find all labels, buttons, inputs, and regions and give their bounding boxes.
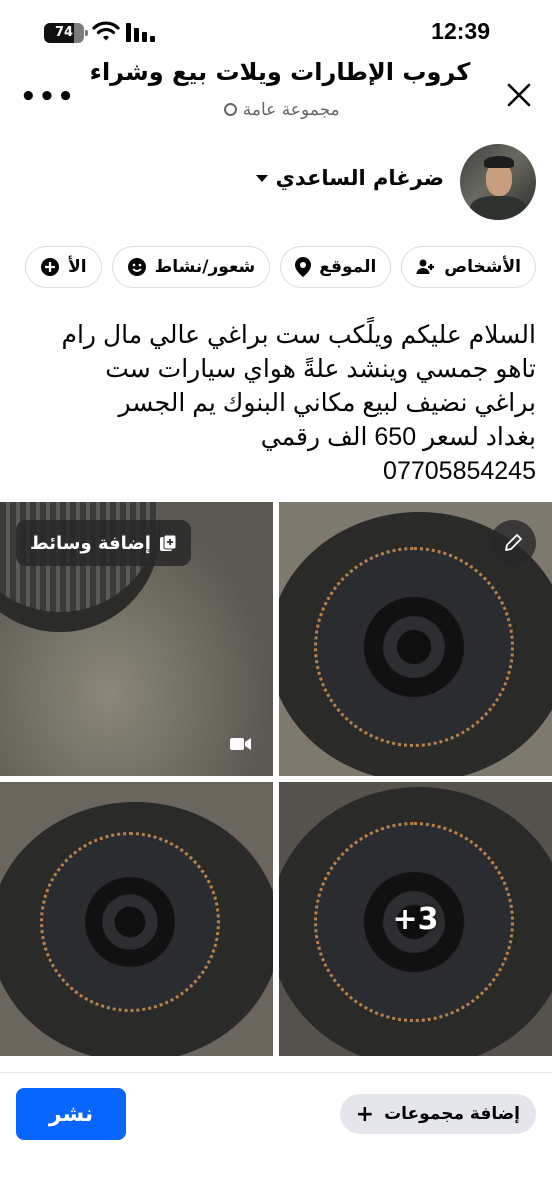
add-groups-button[interactable]: + إضافة مجموعات <box>339 1094 536 1134</box>
plus-icon: + <box>355 1101 375 1127</box>
edit-media-button[interactable] <box>490 520 536 566</box>
post-options-row: الأشخاص الموقع شعور/نشاط الأ <box>25 246 536 288</box>
status-bar: 74 12:39 <box>0 0 552 64</box>
clock: 12:39 <box>431 18 490 44</box>
close-icon[interactable] <box>504 80 534 110</box>
smiley-icon <box>127 258 146 276</box>
post-text[interactable]: السلام عليكم ويلًكب ست براغي عالي مال را… <box>12 318 537 488</box>
privacy-label: مجموعة عامة <box>242 100 340 120</box>
location-pin-icon <box>295 257 312 277</box>
wifi-icon <box>92 21 120 41</box>
author-selector[interactable]: ضرغام الساعدي <box>255 166 444 190</box>
media-photo-3[interactable] <box>0 782 273 1056</box>
post-line: 07705854245 <box>383 457 536 485</box>
pencil-icon <box>505 534 522 551</box>
avatar <box>460 144 536 220</box>
battery-level: 74 <box>54 25 74 40</box>
author-name: ضرغام الساعدي <box>275 166 444 190</box>
publish-button[interactable]: نشر <box>16 1088 126 1140</box>
globe-icon <box>224 103 238 116</box>
caret-down-icon <box>255 174 268 182</box>
signal-icon <box>126 23 155 42</box>
divider <box>0 1072 552 1073</box>
post-line: تاهو جمسي وينشد علةً هواي سيارات ست <box>105 355 536 383</box>
battery-icon: 74 <box>44 23 88 43</box>
chip-feeling-activity[interactable]: شعور/نشاط <box>111 246 271 288</box>
people-icon <box>416 259 435 274</box>
add-media-icon <box>159 534 177 551</box>
chip-more[interactable]: الأ <box>25 246 102 288</box>
post-line: السلام عليكم ويلًكب ست براغي عالي مال را… <box>61 321 537 349</box>
plus-circle-icon <box>41 258 60 276</box>
group-privacy: مجموعة عامة <box>60 100 500 120</box>
group-title[interactable]: كروب الإطارات ويلات بيع وشراء <box>60 58 500 86</box>
post-line: بغداد لسعر 650 الف رقمي <box>260 423 536 451</box>
chip-location[interactable]: الموقع <box>280 246 392 288</box>
video-camera-icon <box>230 738 251 750</box>
chip-tag-people[interactable]: الأشخاص <box>401 246 536 288</box>
post-line: براغي نضيف لبيع مكاني البنوك يم الجسر <box>118 389 536 417</box>
add-media-button[interactable]: إضافة وسائط <box>16 520 191 566</box>
more-media-count[interactable]: +3 <box>279 782 552 1056</box>
